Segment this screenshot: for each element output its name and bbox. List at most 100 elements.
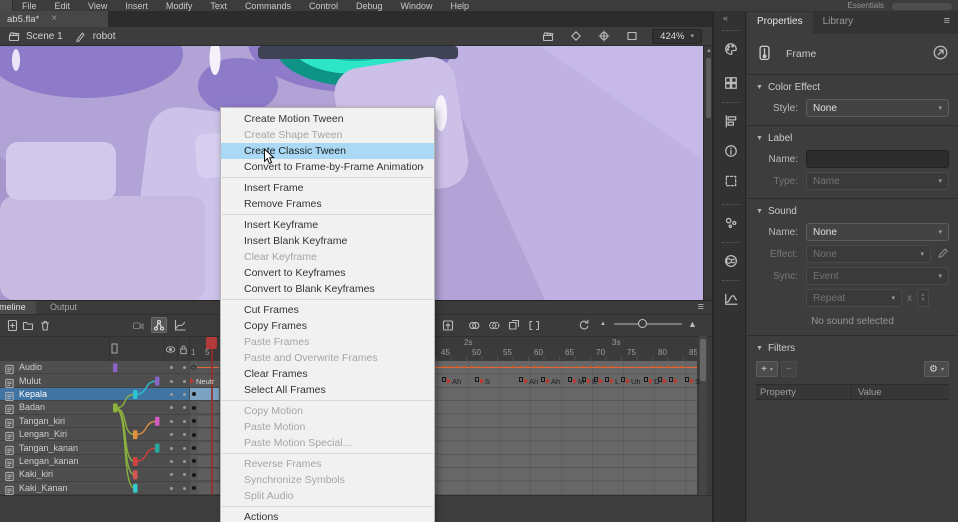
keyframe-dot[interactable] [192, 446, 196, 450]
edit-scene-icon[interactable] [540, 29, 556, 43]
lock-dot[interactable] [183, 380, 186, 383]
keyframe-box-icon[interactable] [605, 377, 609, 382]
info-icon[interactable] [722, 142, 740, 160]
menubar-item-window[interactable]: Window [392, 0, 442, 11]
menu-item-remove-frames[interactable]: Remove Frames [221, 196, 434, 212]
new-folder-icon[interactable] [20, 317, 36, 333]
menu-item-copy-frames[interactable]: Copy Frames [221, 318, 434, 334]
sound-effect-select[interactable]: None ▾ [806, 245, 931, 263]
keyframe-box-icon[interactable] [582, 377, 586, 382]
timeline-vertical-scrollbar[interactable] [699, 336, 707, 495]
add-filter-button[interactable]: + ▾ [756, 361, 778, 377]
keyframe-box-icon[interactable] [658, 377, 662, 382]
lock-dot[interactable] [183, 487, 186, 490]
tab-library[interactable]: Library [813, 12, 864, 34]
menubar-item-edit[interactable]: Edit [46, 0, 80, 11]
label-type-select[interactable]: Name ▾ [806, 172, 949, 190]
search-input[interactable] [892, 3, 952, 10]
motion-editor-icon[interactable] [722, 290, 740, 308]
panel-menu-icon[interactable]: ≡ [936, 12, 958, 34]
frame-label-name-input[interactable] [806, 150, 949, 168]
stage-zoom-select[interactable]: 424% ▾ [652, 29, 702, 44]
menu-item-clear-frames[interactable]: Clear Frames [221, 366, 434, 382]
edit-multiple-frames-icon[interactable] [506, 317, 522, 333]
menubar-item-control[interactable]: Control [300, 0, 347, 11]
brush-library-icon[interactable] [722, 214, 740, 232]
center-frame-icon[interactable] [440, 317, 456, 333]
zoom-out-timeline-icon[interactable]: ▲ [600, 321, 606, 327]
zoom-in-timeline-icon[interactable]: ▲ [688, 319, 697, 329]
filter-options-button[interactable]: ⚙ ▾ [924, 361, 949, 377]
empty-keyframe-icon[interactable] [191, 365, 196, 370]
menubar-item-commands[interactable]: Commands [236, 0, 300, 11]
menu-item-create-classic-tween[interactable]: Create Classic Tween [221, 143, 434, 159]
keyframe-box-icon[interactable] [541, 377, 545, 382]
panel-menu-icon[interactable]: ≡ [698, 301, 704, 314]
timeline-zoom-slider[interactable] [614, 323, 682, 325]
menubar-item-text[interactable]: Text [201, 0, 236, 11]
symbol-icon[interactable] [73, 29, 89, 43]
menu-item-create-motion-tween[interactable]: Create Motion Tween [221, 111, 434, 127]
tab-output[interactable]: Output [40, 301, 87, 314]
eye-dot[interactable] [170, 420, 173, 423]
menu-item-convert-to-frame-by-frame-animation[interactable]: Convert to Frame-by-Frame Animation› [221, 159, 434, 175]
new-layer-icon[interactable] [4, 317, 20, 333]
color-palette-icon[interactable] [722, 40, 740, 58]
eye-dot[interactable] [170, 380, 173, 383]
tab-timeline[interactable]: Timeline [0, 301, 36, 314]
sound-sync-select[interactable]: Event ▾ [806, 267, 949, 285]
menu-item-convert-to-keyframes[interactable]: Convert to Keyframes [221, 265, 434, 281]
keyframe-box-icon[interactable] [594, 377, 598, 382]
keyframe-box-icon[interactable] [475, 377, 479, 382]
sound-name-select[interactable]: None ▾ [806, 223, 949, 241]
frames-ruler[interactable]: 4550556065707580852s3s [435, 336, 697, 361]
onion-skin-icon[interactable] [466, 317, 482, 333]
lock-dot[interactable] [183, 420, 186, 423]
close-icon[interactable]: × [51, 14, 57, 24]
menu-item-convert-to-blank-keyframes[interactable]: Convert to Blank Keyframes [221, 281, 434, 297]
zoom-slider-knob[interactable] [638, 319, 647, 328]
lock-dot[interactable] [183, 393, 186, 396]
onion-outline-icon[interactable] [486, 317, 502, 333]
eye-dot[interactable] [170, 487, 173, 490]
menu-item-select-all-frames[interactable]: Select All Frames [221, 382, 434, 398]
scrollbar-thumb[interactable] [706, 58, 711, 118]
filters-header[interactable]: ▼ Filters [756, 341, 949, 356]
keyframe-dot[interactable] [192, 433, 196, 437]
sound-repeat-select[interactable]: Repeat ▾ [806, 289, 902, 307]
menu-item-insert-keyframe[interactable]: Insert Keyframe [221, 217, 434, 233]
color-effect-header[interactable]: ▼ Color Effect [756, 80, 949, 95]
edit-sound-envelope-icon[interactable] [937, 247, 949, 262]
swatches-icon[interactable] [722, 74, 740, 92]
sound-header[interactable]: ▼ Sound [756, 204, 949, 219]
align-icon[interactable] [722, 112, 740, 130]
menubar-item-debug[interactable]: Debug [347, 0, 392, 11]
edit-symbols-icon[interactable] [568, 29, 584, 43]
menu-item-actions[interactable]: Actions [221, 509, 434, 522]
menu-item-insert-blank-keyframe[interactable]: Insert Blank Keyframe [221, 233, 434, 249]
menu-item-insert-frame[interactable]: Insert Frame [221, 180, 434, 196]
menubar-item-modify[interactable]: Modify [157, 0, 202, 11]
keyframe-box-icon[interactable] [621, 377, 625, 382]
color-style-select[interactable]: None ▾ [806, 99, 949, 117]
tab-properties[interactable]: Properties [747, 12, 813, 34]
scrollbar-thumb[interactable] [700, 339, 706, 381]
eye-dot[interactable] [170, 393, 173, 396]
breadcrumb-symbol[interactable]: robot [93, 31, 116, 42]
repeat-count-stepper[interactable]: ▲▼ [917, 289, 929, 307]
eye-dot[interactable] [170, 460, 173, 463]
label-header[interactable]: ▼ Label [756, 131, 949, 146]
playhead[interactable] [206, 337, 217, 349]
scene-icon[interactable] [6, 29, 22, 43]
collapse-panels-icon[interactable]: « [723, 13, 728, 23]
keyframe-box-icon[interactable] [669, 377, 673, 382]
lock-icon[interactable] [178, 342, 189, 360]
transform-icon[interactable] [722, 172, 740, 190]
eye-icon[interactable] [165, 342, 176, 360]
menubar-item-file[interactable]: File [13, 0, 46, 11]
breadcrumb-scene[interactable]: Scene 1 [26, 31, 63, 42]
graph-editor-icon[interactable] [172, 317, 188, 333]
clip-content-icon[interactable] [624, 29, 640, 43]
parent-view-icon[interactable] [151, 317, 167, 333]
keyframe-box-icon[interactable] [519, 377, 523, 382]
